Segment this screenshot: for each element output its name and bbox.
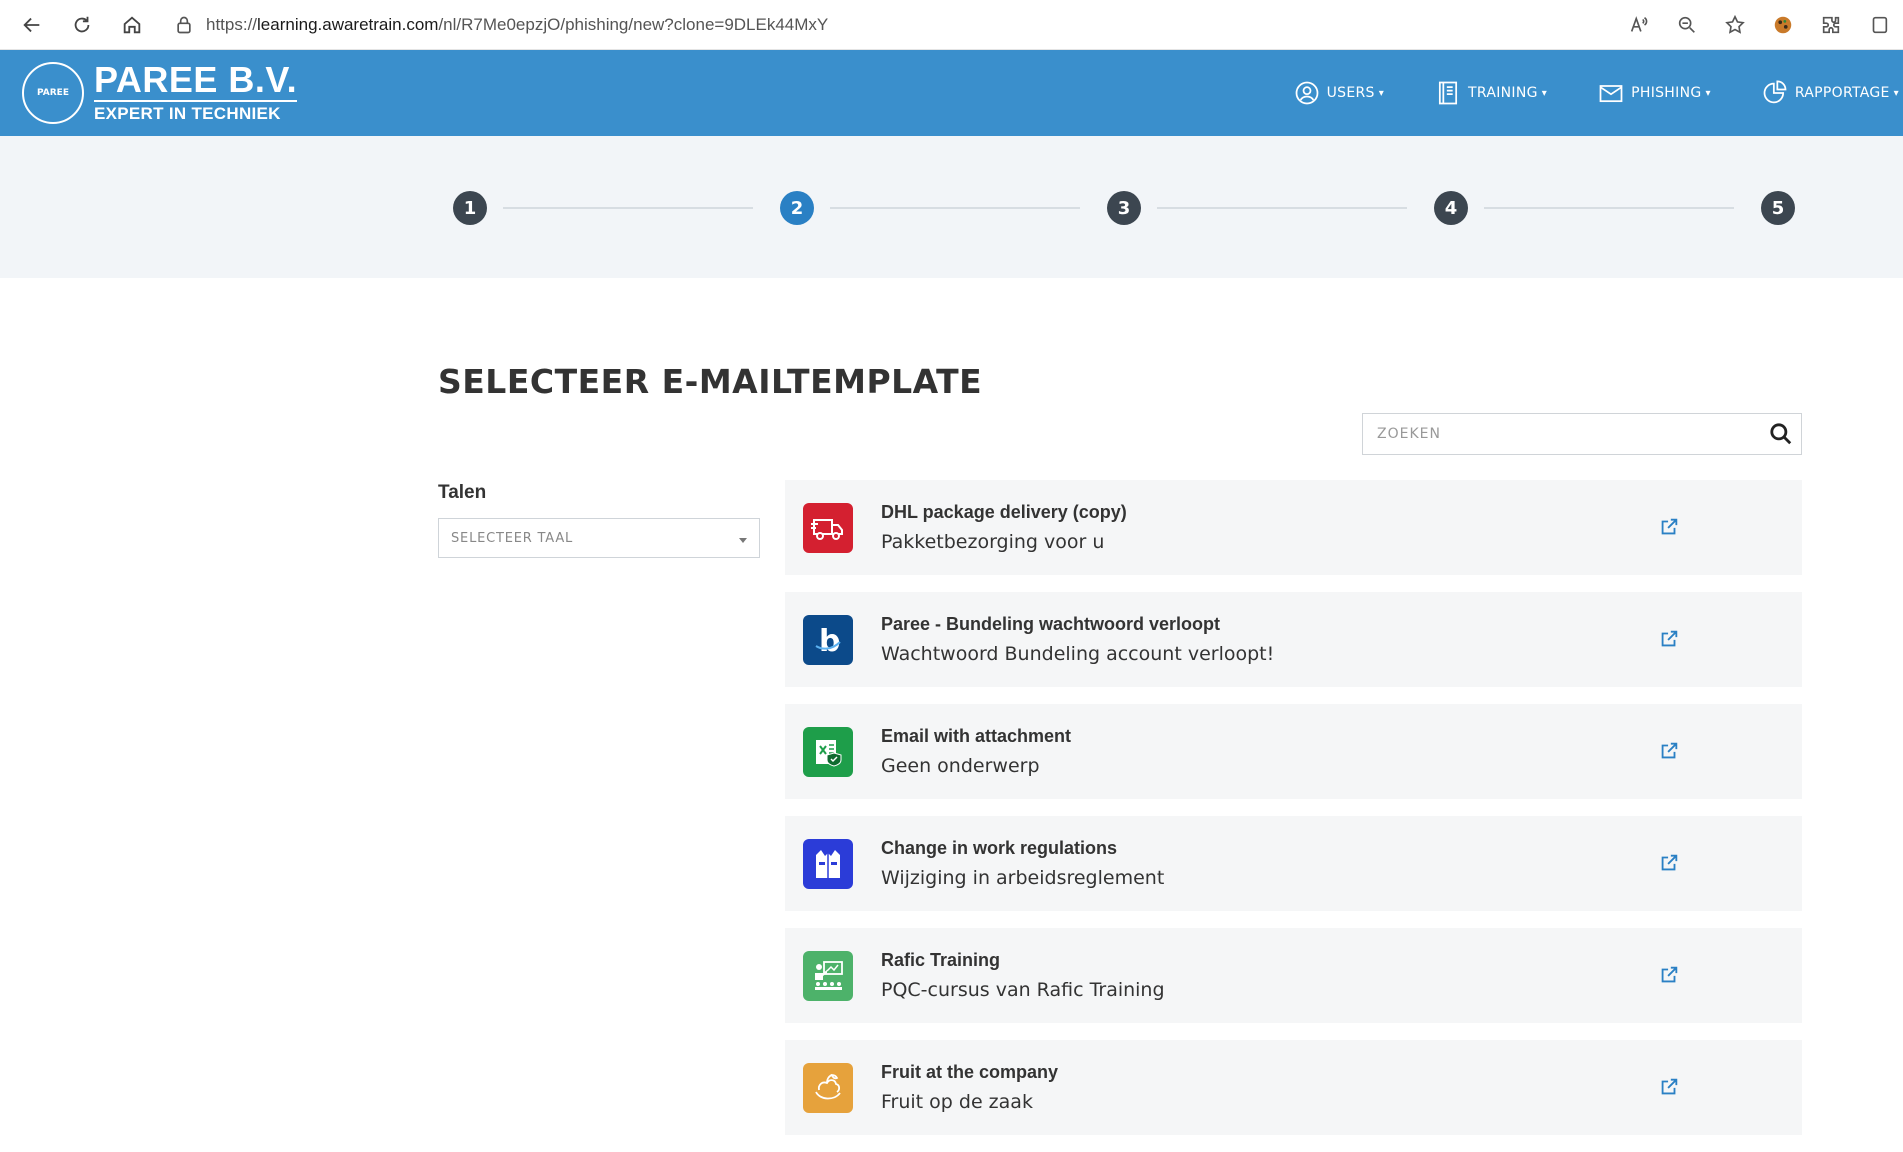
chevron-down-icon: ▾: [1893, 87, 1899, 99]
menu-users[interactable]: USERS ▾: [1293, 79, 1384, 107]
step-5[interactable]: 5: [1761, 191, 1795, 225]
menu-phishing[interactable]: PHISHING ▾: [1597, 79, 1711, 107]
wizard-stepper: 1 2 3 4 5: [0, 136, 1903, 278]
template-card[interactable]: b Paree - Bundeling wachtwoord verloopt …: [785, 592, 1802, 687]
languages-label: Talen: [438, 482, 487, 503]
chevron-down-icon: ▾: [1705, 87, 1711, 99]
menu-phishing-label: PHISHING: [1631, 85, 1702, 101]
url-prefix: https://: [206, 14, 258, 34]
step-4[interactable]: 4: [1434, 191, 1468, 225]
template-title: Paree - Bundeling wachtwoord verloopt: [881, 614, 1221, 634]
main-menu: USERS ▾ TRAINING ▾ PHISHING ▾ RAPPORTAGE ▾: [1243, 50, 1903, 136]
template-title: Change in work regulations: [881, 838, 1118, 858]
user-circle-icon: [1295, 81, 1318, 105]
menu-rapportage[interactable]: RAPPORTAGE ▾: [1761, 79, 1899, 107]
browser-toolbar: https://learning.awaretrain.com/nl/R7Me0…: [0, 0, 1903, 50]
envelope-icon: [1599, 85, 1623, 103]
read-aloud-icon[interactable]: [1626, 12, 1652, 38]
external-link-icon[interactable]: [1657, 627, 1681, 651]
external-link-icon[interactable]: [1657, 515, 1681, 539]
extensions-puzzle-icon[interactable]: [1818, 12, 1844, 38]
browser-actions: [1615, 0, 1903, 50]
home-icon[interactable]: [114, 7, 150, 43]
back-icon[interactable]: [14, 7, 50, 43]
paree-seal-icon: PAREE: [22, 62, 84, 124]
language-select-value: SELECTEER TAAL: [451, 530, 574, 546]
step-connector: [503, 207, 753, 209]
template-subject: Fruit op de zaak: [881, 1091, 1033, 1113]
bundeling-b-icon: b: [803, 614, 853, 665]
book-icon: [1439, 81, 1458, 105]
step-connector: [1157, 207, 1407, 209]
address-bar[interactable]: https://learning.awaretrain.com/nl/R7Me0…: [174, 7, 1554, 43]
template-card[interactable]: Email with attachment Geen onderwerp: [785, 704, 1802, 799]
svg-text:b: b: [819, 624, 840, 658]
zoom-out-icon[interactable]: [1674, 12, 1700, 38]
brand-logo[interactable]: PAREE PAREE B.V. EXPERT IN TECHNIEK: [22, 59, 298, 124]
extension-cookie-icon[interactable]: [1770, 12, 1796, 38]
template-card[interactable]: Rafic Training PQC-cursus van Rafic Trai…: [785, 928, 1802, 1023]
page-title: SELECTEER E-MAILTEMPLATE: [438, 362, 983, 401]
search-icon[interactable]: [1761, 414, 1801, 454]
excel-shield-icon: [803, 726, 853, 777]
template-title: Email with attachment: [881, 726, 1072, 746]
vest-icon: [803, 838, 853, 889]
language-select[interactable]: SELECTEER TAAL: [438, 518, 760, 558]
split-screen-icon[interactable]: [1866, 12, 1892, 38]
url-domain: learning.awaretrain.com: [257, 14, 439, 34]
template-card[interactable]: Change in work regulations Wijziging in …: [785, 816, 1802, 911]
step-3[interactable]: 3: [1107, 191, 1141, 225]
url-path: /nl/R7Me0epzjO/phishing/new?clone=9DLEk4…: [438, 14, 829, 34]
step-connector: [1484, 207, 1734, 209]
truck-icon: [803, 502, 853, 553]
menu-training-label: TRAINING: [1468, 85, 1538, 101]
template-list: DHL package delivery (copy) Pakketbezorg…: [785, 480, 1802, 1152]
template-card[interactable]: DHL package delivery (copy) Pakketbezorg…: [785, 480, 1802, 575]
chevron-down-icon: ▾: [1378, 87, 1385, 99]
favorite-star-icon[interactable]: [1722, 12, 1748, 38]
template-card[interactable]: Fruit at the company Fruit op de zaak: [785, 1040, 1802, 1135]
pie-chart-icon: [1763, 80, 1787, 104]
template-subject: Wijziging in arbeidsreglement: [881, 867, 1165, 889]
search-input[interactable]: [1363, 426, 1761, 442]
external-link-icon[interactable]: [1657, 851, 1681, 875]
template-subject: Wachtwoord Bundeling account verloopt!: [881, 643, 1275, 665]
external-link-icon[interactable]: [1657, 963, 1681, 987]
template-title: Rafic Training: [881, 950, 1001, 970]
external-link-icon[interactable]: [1657, 739, 1681, 763]
menu-users-label: USERS: [1326, 85, 1375, 101]
step-2[interactable]: 2: [780, 191, 814, 225]
lock-icon: [177, 16, 191, 33]
fruit-icon: [803, 1062, 853, 1113]
template-subject: Pakketbezorging voor u: [881, 531, 1105, 553]
brand-tagline: EXPERT IN TECHNIEK: [94, 100, 298, 124]
chevron-down-icon: ▾: [1541, 87, 1548, 99]
step-connector: [830, 207, 1080, 209]
menu-training[interactable]: TRAINING ▾: [1434, 79, 1547, 107]
template-title: DHL package delivery (copy): [881, 502, 1127, 522]
search-box: [1362, 413, 1802, 455]
chevron-down-icon: [739, 537, 747, 543]
classroom-icon: [803, 950, 853, 1001]
app-header: PAREE PAREE B.V. EXPERT IN TECHNIEK USER…: [0, 50, 1903, 136]
external-link-icon[interactable]: [1657, 1075, 1681, 1099]
template-title: Fruit at the company: [881, 1062, 1059, 1082]
step-1[interactable]: 1: [453, 191, 487, 225]
template-subject: PQC-cursus van Rafic Training: [881, 979, 1165, 1001]
template-subject: Geen onderwerp: [881, 755, 1040, 777]
refresh-icon[interactable]: [64, 7, 100, 43]
seal-text: PAREE: [37, 88, 69, 98]
brand-name: PAREE B.V.: [94, 59, 298, 100]
menu-rapportage-label: RAPPORTAGE: [1794, 85, 1890, 101]
